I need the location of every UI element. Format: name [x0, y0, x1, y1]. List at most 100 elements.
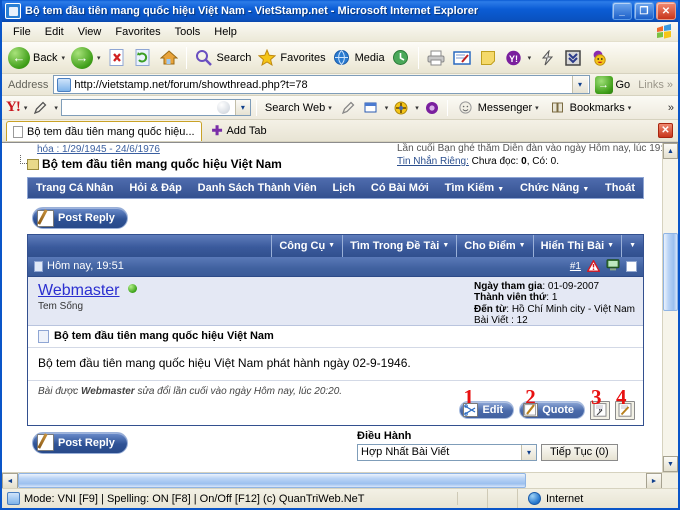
nav-label: Chức Năng: [519, 182, 580, 194]
vertical-scrollbar[interactable]: ▲ ▼: [662, 143, 678, 472]
menu-file[interactable]: File: [6, 24, 38, 40]
forward-dropdown-caret[interactable]: ▾: [97, 54, 101, 62]
search-web-button[interactable]: Search Web ▾: [262, 102, 335, 114]
thread-tool-cong-cu[interactable]: Công Cụ ▼: [271, 234, 342, 257]
nav-item-trang-ca-nhan[interactable]: Trang Cá Nhân: [32, 182, 118, 194]
yahoo-overflow-chevron[interactable]: »: [668, 102, 674, 114]
tabbar-close-button[interactable]: ✕: [658, 123, 673, 138]
breadcrumb-text[interactable]: hóa : 1/29/1945 - 24/6/1976: [37, 144, 160, 155]
moderation-go-button[interactable]: Tiếp Tục (0): [541, 443, 618, 461]
yahoo-toolbar: Y! ▾ ▾ ▾ Search Web ▾ ▾ ▾ Messenger ▾ Bo…: [2, 96, 678, 120]
minimize-button[interactable]: _: [612, 2, 632, 20]
post-reply-button-top[interactable]: Post Reply: [32, 207, 128, 229]
yahoo-search-input[interactable]: ▾: [60, 99, 251, 116]
warning-icon[interactable]: [586, 259, 601, 272]
add-tab-button[interactable]: ✚ Add Tab: [206, 123, 273, 141]
internet-globe-icon: [528, 492, 541, 505]
scroll-up-button[interactable]: ▲: [663, 143, 678, 159]
horizontal-scrollbar[interactable]: ◄ ►: [2, 472, 678, 489]
menu-tools[interactable]: Tools: [168, 24, 208, 40]
horizontal-scroll-track[interactable]: [18, 473, 646, 488]
post-number-link[interactable]: #1: [570, 261, 581, 272]
edit-page-button[interactable]: [449, 45, 475, 71]
back-button[interactable]: ← Back ▾: [5, 45, 68, 71]
yahoo-button[interactable]: Y! ▾: [501, 45, 535, 71]
media-button[interactable]: Media: [329, 45, 388, 71]
stop-button[interactable]: [104, 45, 130, 71]
print-button[interactable]: [423, 45, 449, 71]
search-button[interactable]: Search: [191, 45, 255, 71]
horizontal-scroll-thumb[interactable]: [18, 473, 526, 488]
nav-item-chuc-nang[interactable]: Chức Năng ▼: [516, 182, 593, 194]
history-button[interactable]: [388, 45, 414, 71]
vertical-scroll-thumb[interactable]: [663, 233, 678, 311]
messenger-button[interactable]: [586, 45, 612, 71]
search-web-caret[interactable]: ▾: [328, 104, 332, 112]
restore-button[interactable]: ❐: [634, 2, 654, 20]
nav-item-hoi-dap[interactable]: Hỏi & Đáp: [125, 182, 186, 194]
thread-tool-cho-diem[interactable]: Cho Điểm ▼: [456, 234, 532, 257]
menu-view[interactable]: View: [71, 24, 109, 40]
edit-button[interactable]: Edit: [459, 401, 515, 419]
thread-title-breadcrumb[interactable]: Bộ tem đầu tiên mang quốc hiệu Việt Nam: [42, 157, 282, 171]
yahoo-sep-2: [446, 99, 448, 116]
go-button[interactable]: → Go: [590, 75, 636, 94]
quote-button[interactable]: Quote: [519, 401, 585, 419]
yahoo-logo[interactable]: Y!: [6, 99, 21, 116]
address-dropdown-caret[interactable]: ▾: [571, 76, 588, 93]
nav-item-thoat[interactable]: Thoát: [601, 182, 639, 194]
yahoo-search-caret[interactable]: ▾: [234, 100, 250, 115]
edit-page-icon: [452, 48, 472, 68]
thread-tool-hien-thi-bai[interactable]: Hiển Thị Bài ▼: [532, 234, 622, 257]
monitor-icon[interactable]: [606, 258, 620, 274]
links-chevron-icon[interactable]: »: [667, 79, 673, 91]
messenger-caret[interactable]: ▾: [535, 104, 539, 112]
nav-item-co-bai-moi[interactable]: Có Bài Mới: [367, 182, 433, 194]
pencil-icon[interactable]: [30, 98, 50, 118]
status-gap-1: [458, 489, 488, 508]
annotation-marker-4: 4: [616, 384, 627, 409]
popup-blocker-icon[interactable]: [422, 98, 442, 118]
antispy-caret[interactable]: ▾: [415, 104, 419, 112]
back-dropdown-caret[interactable]: ▾: [61, 54, 65, 62]
home-button[interactable]: [156, 45, 182, 71]
menu-help[interactable]: Help: [207, 24, 244, 40]
forward-button[interactable]: → ▾: [68, 45, 104, 71]
messenger-menu[interactable]: Messenger ▾: [453, 98, 542, 118]
tab-active[interactable]: Bộ tem đầu tiên mang quốc hiệu...: [6, 121, 202, 141]
scroll-left-button[interactable]: ◄: [2, 473, 18, 489]
thread-tool-more[interactable]: ▼: [621, 234, 643, 257]
scroll-down-button[interactable]: ▼: [663, 456, 678, 472]
scroll-right-button[interactable]: ►: [646, 473, 662, 489]
bookmarks-caret[interactable]: ▾: [628, 104, 632, 112]
highlighter-icon[interactable]: [338, 98, 358, 118]
address-input[interactable]: http://vietstamp.net/forum/showthread.ph…: [53, 75, 590, 94]
notes-button[interactable]: [475, 45, 501, 71]
yahoo-caret[interactable]: ▾: [528, 54, 532, 62]
chevron-down-icon[interactable]: ▾: [521, 444, 536, 460]
moderation-select[interactable]: Hợp Nhất Bài Viết ▾: [357, 443, 537, 461]
refresh-button[interactable]: [130, 45, 156, 71]
pm-link[interactable]: Tin Nhắn Riêng:: [397, 156, 469, 167]
yahoo-logo-caret[interactable]: ▾: [24, 104, 28, 112]
menu-edit[interactable]: Edit: [38, 24, 71, 40]
download-button[interactable]: [560, 45, 586, 71]
nav-item-danh-sach-thanh-vien[interactable]: Danh Sách Thành Viên: [194, 182, 321, 194]
tabs-caret[interactable]: ▾: [385, 104, 389, 112]
favorites-button[interactable]: Favorites: [254, 45, 328, 71]
username-link[interactable]: Webmaster: [38, 282, 120, 299]
close-button[interactable]: ✕: [656, 2, 676, 20]
nav-item-lich[interactable]: Lịch: [328, 182, 359, 194]
thread-tool-tim-trong-de-tai[interactable]: Tìm Trong Đề Tài ▼: [342, 234, 456, 257]
post-reply-button-bottom[interactable]: Post Reply: [32, 431, 128, 454]
post-checkbox[interactable]: [626, 260, 637, 272]
menu-favorites[interactable]: Favorites: [108, 24, 167, 40]
links-bar[interactable]: Links »: [635, 79, 676, 91]
antispy-icon[interactable]: [391, 98, 411, 118]
vertical-scroll-track[interactable]: [663, 159, 678, 456]
tabs-icon[interactable]: [361, 98, 381, 118]
bookmarks-menu[interactable]: Bookmarks ▾: [545, 98, 635, 118]
lightning-button[interactable]: [534, 45, 560, 71]
pencil-caret[interactable]: ▾: [54, 104, 58, 112]
nav-item-tim-kiem[interactable]: Tìm Kiếm ▼: [441, 182, 509, 194]
